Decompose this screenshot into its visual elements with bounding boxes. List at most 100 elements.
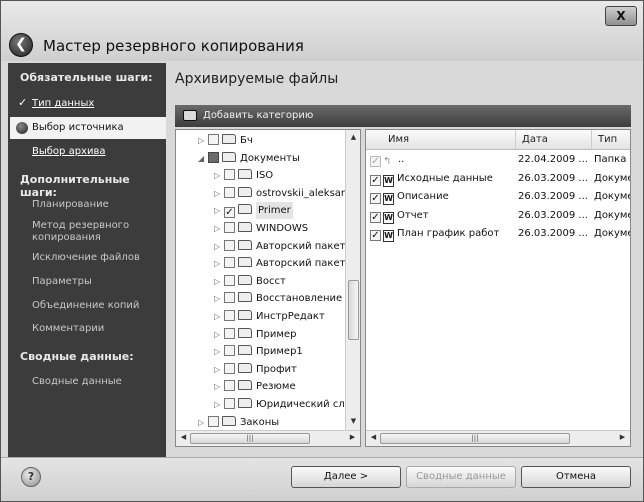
tree-item[interactable]: ▷ Авторский пакет	[214, 238, 345, 255]
expand-arrow-icon[interactable]: ▷	[214, 220, 224, 237]
scroll-right-arrow-icon[interactable]: ▶	[615, 433, 630, 441]
summary-button[interactable]: Сводные данные	[406, 466, 516, 488]
file-row[interactable]: ✓WПлан график работ 26.03.2009 ... Докумен	[366, 225, 630, 243]
step-summary[interactable]: Сводные данные	[32, 376, 122, 388]
tree-item-label: Восст	[256, 275, 286, 287]
tree-item-checkbox[interactable]	[224, 222, 235, 233]
scroll-down-arrow-icon[interactable]: ▼	[346, 417, 361, 425]
file-checkbox[interactable]: ✓	[370, 193, 381, 205]
step-comments[interactable]: Комментарии	[32, 323, 104, 335]
expand-arrow-icon[interactable]: ▷	[214, 308, 224, 325]
tree-item[interactable]: ▷ ISO	[214, 167, 273, 184]
expand-arrow-icon[interactable]: ▷	[214, 202, 224, 219]
tree-item-checkbox[interactable]	[224, 345, 235, 357]
expand-arrow-icon[interactable]: ▷	[214, 343, 224, 360]
file-row[interactable]: ✓WОписание 26.03.2009 ... Докумен	[366, 188, 630, 206]
tree-item[interactable]: ▷ ostrovskii_aleksand	[214, 185, 354, 202]
step-archive[interactable]: Выбор архива	[32, 146, 105, 158]
help-button[interactable]: ?	[21, 467, 41, 487]
tree-item[interactable]: ▷ Пример1	[214, 343, 303, 360]
column-date[interactable]: Дата	[516, 130, 592, 150]
close-button[interactable]: X	[605, 6, 637, 26]
step-backup-method[interactable]: Метод резервного копирования	[32, 220, 142, 244]
file-date: 22.04.2009 ...	[518, 154, 588, 165]
file-row[interactable]: ✓WИсходные данные 26.03.2009 ... Докумен	[366, 170, 630, 188]
tree-item[interactable]: ▷ Законы	[198, 414, 279, 431]
tree-item-checkbox[interactable]	[224, 239, 235, 251]
step-scheduling[interactable]: Планирование	[32, 199, 109, 211]
tree-vertical-scrollbar[interactable]: ▲ ▼	[345, 130, 360, 430]
step-data-type[interactable]: Тип данных	[32, 98, 94, 110]
scroll-up-arrow-icon[interactable]: ▲	[346, 133, 361, 141]
tree-item-checkbox[interactable]	[224, 257, 235, 269]
tree-item[interactable]: ▷ Профит	[214, 361, 297, 378]
expand-arrow-icon[interactable]: ▷	[214, 167, 224, 184]
file-checkbox[interactable]: ✓	[370, 211, 381, 223]
next-button[interactable]: Далее >	[291, 466, 401, 488]
scroll-left-arrow-icon[interactable]: ◀	[366, 433, 381, 441]
tree-item[interactable]: ▷ Бч	[198, 132, 253, 149]
tree-item[interactable]: ▷ Резюме	[214, 378, 296, 395]
list-hscroll-thumb[interactable]: |||	[380, 433, 570, 444]
tree-item-checkbox[interactable]	[224, 186, 235, 198]
collapse-arrow-icon[interactable]: ◢	[198, 150, 208, 167]
tree-scroll-thumb[interactable]	[348, 280, 359, 340]
expand-arrow-icon[interactable]: ▷	[214, 290, 224, 307]
step-source-current[interactable]: Выбор источника	[10, 117, 166, 139]
expand-arrow-icon[interactable]: ▷	[214, 185, 224, 202]
file-checkbox[interactable]: ✓	[370, 230, 381, 242]
tree-item-checkbox[interactable]	[224, 398, 235, 409]
tree-item-checkbox[interactable]	[208, 134, 219, 145]
file-row[interactable]: ✓WОтчет 26.03.2009 ... Докумен	[366, 207, 630, 225]
step-merge-copies[interactable]: Объединение копий	[32, 300, 139, 312]
tree-item-checkbox[interactable]: ✓	[224, 207, 235, 219]
expand-arrow-icon[interactable]: ▷	[214, 273, 224, 290]
cancel-button[interactable]: Отмена	[521, 466, 631, 488]
scroll-left-arrow-icon[interactable]: ◀	[176, 433, 191, 441]
tree-item[interactable]: ▷ Авторский пакет1	[214, 255, 352, 272]
file-list-header: Имя Дата Тип	[366, 130, 630, 150]
tree-item-checkbox[interactable]	[224, 169, 235, 181]
expand-arrow-icon[interactable]: ▷	[198, 132, 208, 149]
tree-item-checkbox[interactable]	[224, 292, 235, 304]
tree-item[interactable]: ▷ Юридический слов	[214, 396, 357, 413]
tree-item-checkbox[interactable]	[224, 274, 235, 286]
tree-item[interactable]: ▷ WINDOWS	[214, 220, 308, 237]
tree-item-checkbox[interactable]	[224, 327, 235, 339]
step-file-exclusion[interactable]: Исключение файлов	[32, 252, 140, 264]
tree-item-checkbox[interactable]	[208, 415, 219, 427]
column-type[interactable]: Тип	[592, 130, 630, 150]
expand-arrow-icon[interactable]: ▷	[214, 238, 224, 255]
file-checkbox[interactable]: ✓	[370, 174, 381, 186]
step-parameters[interactable]: Параметры	[32, 276, 92, 288]
tree-item-checkbox[interactable]	[224, 310, 235, 321]
tree-item[interactable]: ◢ Документы	[198, 150, 300, 167]
list-horizontal-scrollbar[interactable]: ◀ ||| ▶	[366, 430, 630, 446]
expand-arrow-icon[interactable]: ▷	[214, 255, 224, 272]
tree-item-checkbox[interactable]	[224, 380, 235, 392]
tree-item[interactable]: ▷ Восст	[214, 273, 286, 290]
expand-arrow-icon[interactable]: ▷	[214, 326, 224, 343]
tree-item-checkbox[interactable]	[224, 362, 235, 374]
tree-item[interactable]: ▷ Восстановление	[214, 290, 342, 307]
scroll-right-arrow-icon[interactable]: ▶	[345, 433, 360, 441]
column-name[interactable]: Имя	[366, 130, 516, 150]
add-category-button[interactable]: Добавить категорию	[203, 105, 313, 127]
expand-arrow-icon[interactable]: ▷	[214, 378, 224, 395]
tree-hscroll-thumb[interactable]: |||	[190, 433, 310, 444]
back-button[interactable]: ❮	[9, 33, 33, 57]
expand-arrow-icon[interactable]: ▷	[214, 361, 224, 378]
file-row[interactable]: ✓ ↰.. 22.04.2009 ... Папка с	[366, 151, 630, 169]
expand-arrow-icon[interactable]: ▷	[198, 414, 208, 431]
tree-horizontal-scrollbar[interactable]: ◀ ||| ▶	[176, 430, 360, 446]
tree-item[interactable]: ▷ ИнстрРедакт	[214, 308, 325, 325]
folder-icon	[238, 274, 252, 285]
folder-icon	[222, 151, 236, 162]
expand-arrow-icon[interactable]: ▷	[214, 396, 224, 413]
tree-item[interactable]: ▷ ✓ Primer	[214, 202, 293, 220]
file-list[interactable]: Имя Дата Тип ✓ ↰.. 22.04.2009 ... Папка с ✓ W…	[365, 129, 631, 447]
tree-item-label: Пример1	[256, 346, 303, 358]
tree-item-checkbox[interactable]	[208, 151, 219, 163]
tree-item[interactable]: ▷ Пример	[214, 326, 296, 343]
folder-tree[interactable]: ▷ Бч ◢ Документы ▷ ISO ▷ ostrovskii_aleksand ▷ ✓ P…	[175, 129, 361, 447]
